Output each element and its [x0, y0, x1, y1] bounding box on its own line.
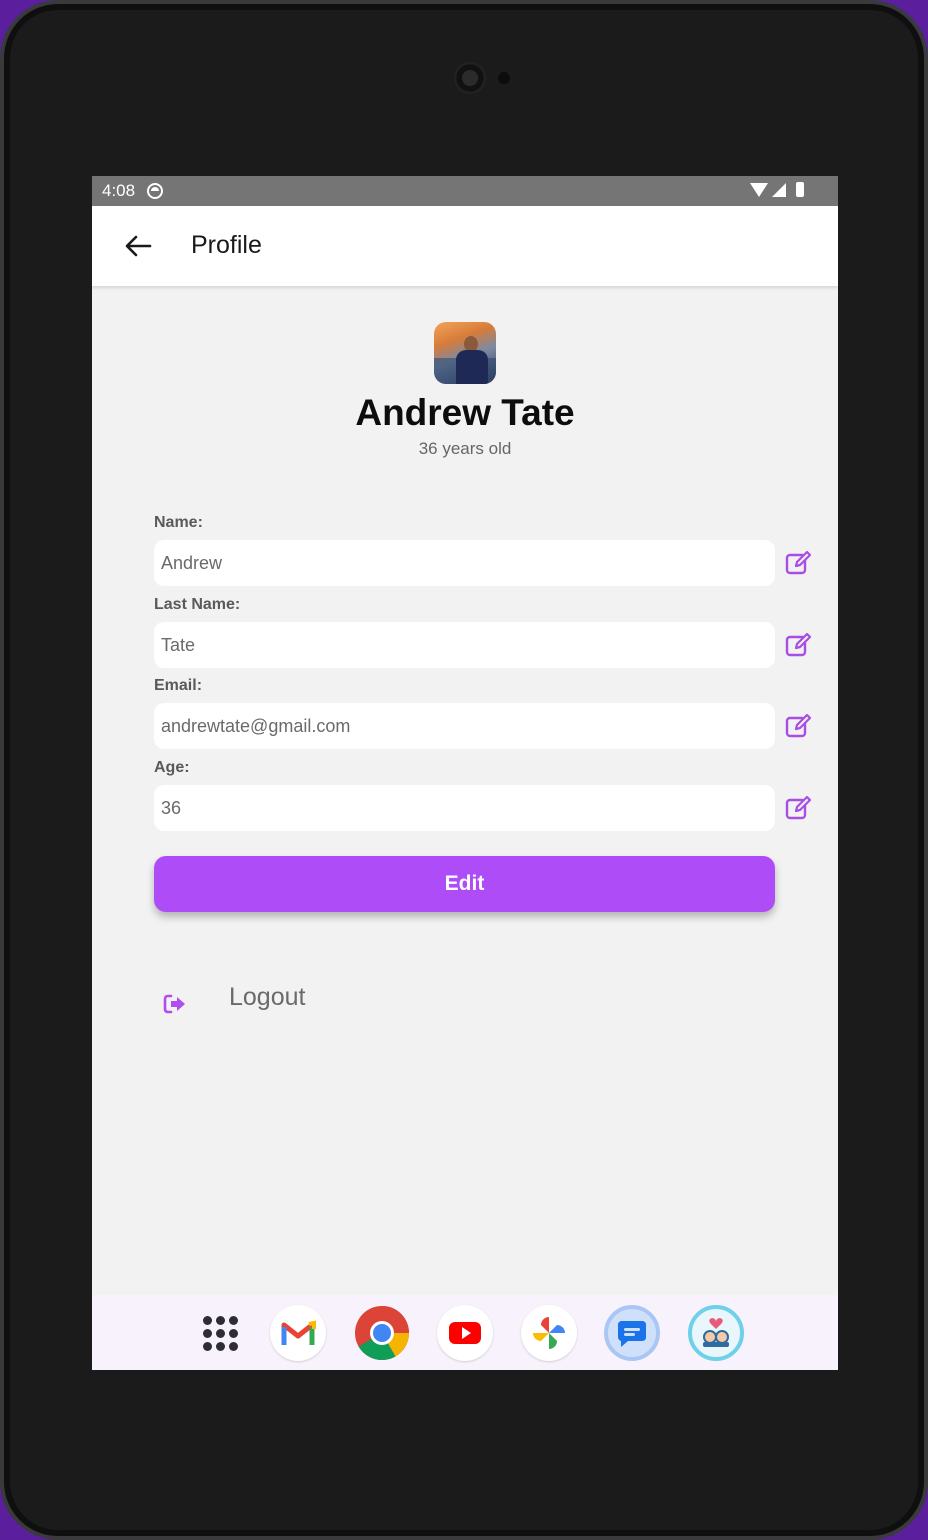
- edit-last-name-icon[interactable]: [784, 631, 812, 659]
- last-name-field[interactable]: Tate: [154, 622, 775, 668]
- youtube-icon[interactable]: [437, 1305, 493, 1361]
- edit-button[interactable]: Edit: [154, 856, 775, 912]
- wifi-icon: [750, 182, 768, 197]
- profile-name: Andrew Tate: [355, 392, 575, 433]
- status-bar: 4:08: [92, 176, 838, 206]
- signal-icon: [772, 182, 786, 197]
- gmail-icon[interactable]: [270, 1305, 326, 1361]
- front-camera: [454, 62, 486, 94]
- notification-icon: [147, 183, 164, 199]
- edit-name-icon[interactable]: [784, 549, 812, 577]
- profile-age: 36 years old: [418, 439, 512, 458]
- edit-age-icon[interactable]: [784, 794, 812, 822]
- email-label: Email:: [154, 677, 203, 694]
- apps-grid-icon[interactable]: [192, 1305, 248, 1361]
- logout-label: Logout: [229, 983, 306, 1011]
- age-label: Age:: [154, 759, 190, 776]
- camera-sensor: [498, 72, 510, 84]
- avatar: [434, 322, 496, 384]
- page-title: Profile: [191, 231, 262, 259]
- status-time: 4:08: [102, 181, 136, 200]
- app-dock: [92, 1295, 838, 1370]
- battery-icon: [796, 182, 804, 197]
- age-field[interactable]: 36: [154, 785, 775, 831]
- app-bar: Profile: [92, 206, 838, 286]
- logout-icon: [163, 994, 185, 1014]
- screen: 4:08 Profile Andrew Tate 36 years old Na…: [92, 176, 838, 1370]
- status-icons: [750, 182, 804, 197]
- logout-button[interactable]: Logout: [162, 981, 422, 1025]
- last-name-label: Last Name:: [154, 596, 241, 613]
- edit-email-icon[interactable]: [784, 712, 812, 740]
- name-field[interactable]: Andrew: [154, 540, 775, 586]
- messages-icon[interactable]: [604, 1305, 660, 1361]
- name-label: Name:: [154, 514, 203, 531]
- back-arrow-icon[interactable]: [122, 232, 154, 260]
- photos-icon[interactable]: [521, 1305, 577, 1361]
- email-field[interactable]: andrewtate@gmail.com: [154, 703, 775, 749]
- dating-app-icon[interactable]: [688, 1305, 744, 1361]
- chrome-icon[interactable]: [354, 1305, 410, 1361]
